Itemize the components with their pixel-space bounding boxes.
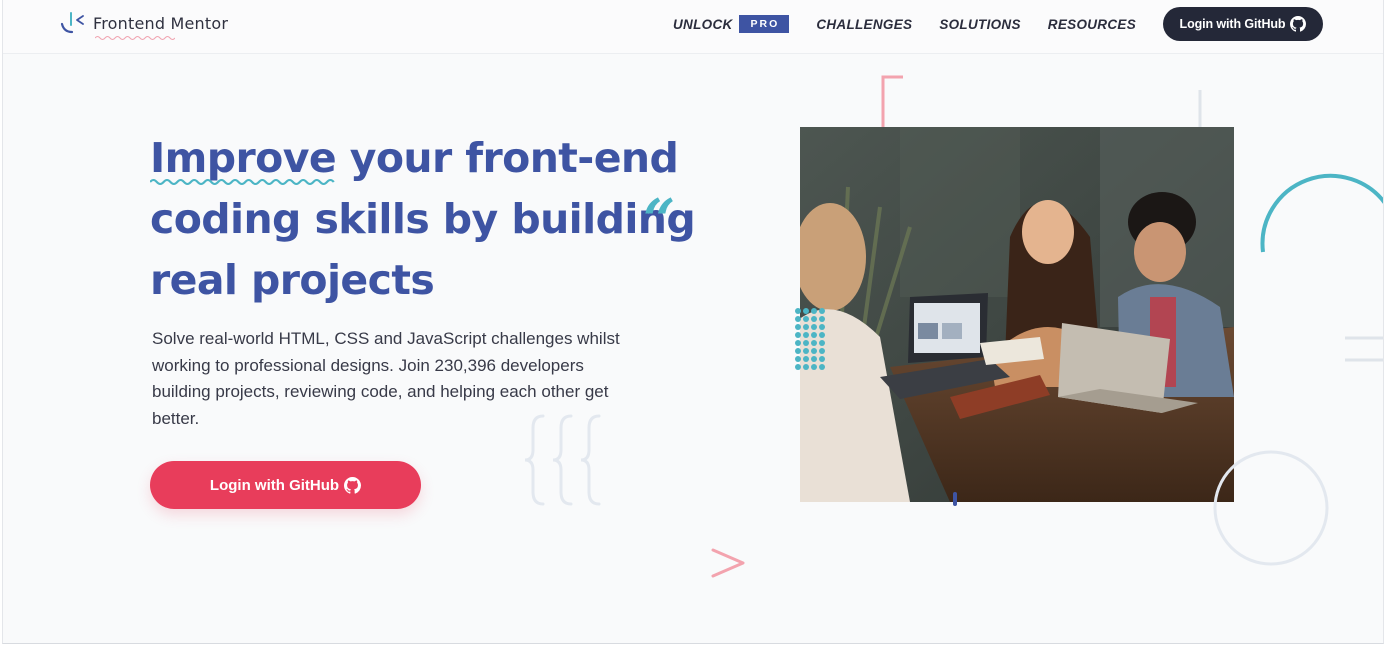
curly-braces-decoration: [524, 414, 601, 506]
pro-badge: PRO: [738, 15, 790, 33]
nav-resources[interactable]: RESOURCES: [1048, 17, 1136, 32]
circle-outline-decoration: [1213, 450, 1329, 566]
bracket-decoration: [881, 75, 903, 128]
frontend-mentor-logo-icon: [59, 10, 89, 36]
hero-photo: [800, 127, 1234, 502]
chevron-right-decoration: [711, 548, 745, 578]
nav-solutions[interactable]: SOLUTIONS: [939, 17, 1020, 32]
dot-grid-decoration: [795, 308, 825, 370]
hero-title-line2: coding skills by building: [150, 195, 696, 243]
hero-title: Improve your front-end coding skills by …: [150, 128, 710, 311]
quote-mark-icon: “: [643, 187, 676, 253]
github-icon: [344, 476, 362, 494]
logo-text: Frontend Mentor: [93, 13, 229, 33]
header-login-github-button[interactable]: Login with GitHub: [1163, 7, 1323, 41]
hero-title-highlight: Improve: [150, 128, 337, 189]
hero-title-highlight-text: Improve: [150, 134, 337, 182]
hero-login-github-button[interactable]: Login with GitHub: [150, 461, 421, 509]
hero-title-line1-rest: your front-end: [336, 134, 679, 182]
page-frame: Frontend Mentor UNLOCK PRO CHALLENGES SO…: [2, 0, 1384, 644]
hero-cta-label: Login with GitHub: [209, 476, 340, 494]
github-icon: [1290, 16, 1307, 32]
logo-squiggle-decoration: [95, 36, 175, 40]
small-bar-decoration: [953, 492, 957, 506]
squiggle-underline-decoration: [150, 179, 335, 185]
nav-unlock-pro[interactable]: UNLOCK PRO: [673, 15, 790, 33]
header-login-label: Login with GitHub: [1179, 17, 1286, 31]
logo[interactable]: Frontend Mentor: [59, 9, 229, 40]
lines-decoration: [1345, 336, 1383, 362]
main-nav: UNLOCK PRO CHALLENGES SOLUTIONS RESOURCE…: [673, 7, 1323, 41]
arc-decoration: [1260, 173, 1383, 253]
nav-unlock-label: UNLOCK: [673, 16, 733, 32]
nav-challenges[interactable]: CHALLENGES: [816, 17, 912, 32]
hero-title-line3: real projects: [150, 256, 435, 304]
site-header: Frontend Mentor UNLOCK PRO CHALLENGES SO…: [3, 0, 1383, 54]
